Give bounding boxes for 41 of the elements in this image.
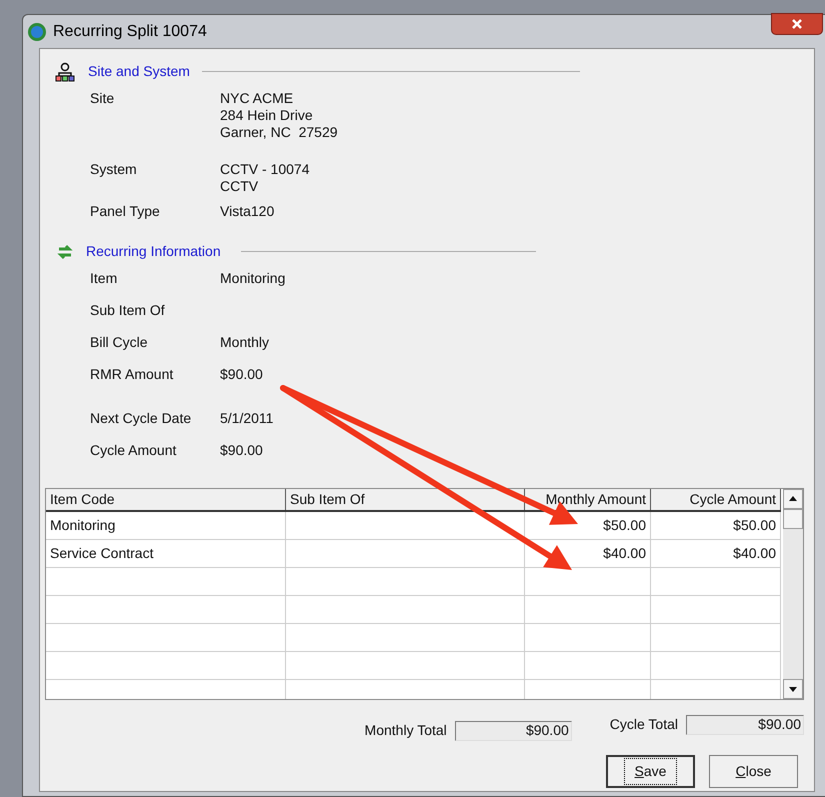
table-cell: Monitoring — [46, 512, 286, 539]
table-cell: $40.00 — [651, 540, 781, 567]
total-field: $90.00 — [454, 720, 572, 740]
field-value: $90.00 — [220, 366, 263, 384]
column-header[interactable]: Cycle Amount — [651, 489, 781, 510]
total-field: $90.00 — [686, 714, 804, 734]
field-value: NYC ACME 284 Hein Drive Garner, NC 27529 — [220, 90, 338, 141]
window-title: Recurring Split 10074 — [53, 22, 207, 42]
column-header[interactable]: Sub Item Of — [286, 489, 525, 510]
column-header[interactable]: Item Code — [46, 489, 286, 510]
field-value: $90.00 — [220, 442, 263, 460]
scroll-thumb[interactable] — [783, 509, 803, 529]
table-cell: $50.00 — [651, 512, 781, 539]
field-label: RMR Amount — [90, 366, 174, 384]
dialog-button[interactable]: Close — [709, 755, 798, 788]
field-label: System — [90, 161, 138, 179]
total-label: Monthly Total — [364, 721, 447, 740]
section-title: Site and System — [88, 62, 190, 81]
table-cell: Service Contract — [46, 540, 286, 567]
field-value: Monthly — [220, 334, 270, 352]
field-value: Vista120 — [220, 203, 274, 221]
dialog-button[interactable]: Save — [606, 755, 695, 788]
field-label: Cycle Amount — [90, 442, 178, 460]
total-label: Cycle Total — [610, 715, 678, 734]
field-label: Bill Cycle — [90, 334, 149, 352]
field-value: CCTV - 10074 CCTV — [220, 161, 310, 195]
section-title: Recurring Information — [86, 242, 221, 261]
field-value: Monitoring — [220, 270, 286, 288]
field-label: Site — [90, 90, 116, 108]
scrollbar[interactable] — [783, 489, 803, 699]
field-value: 5/1/2011 — [220, 410, 274, 428]
field-label: Sub Item Of — [90, 302, 166, 320]
field-label: Item — [90, 270, 118, 288]
scroll-up-icon[interactable] — [783, 489, 803, 509]
field-label: Panel Type — [90, 203, 161, 221]
close-icon — [791, 18, 803, 30]
field-label: Next Cycle Date — [90, 410, 192, 428]
people-icon — [54, 62, 76, 82]
close-button[interactable] — [771, 13, 823, 35]
app-logo-icon — [27, 22, 47, 42]
scroll-down-icon[interactable] — [783, 679, 803, 699]
